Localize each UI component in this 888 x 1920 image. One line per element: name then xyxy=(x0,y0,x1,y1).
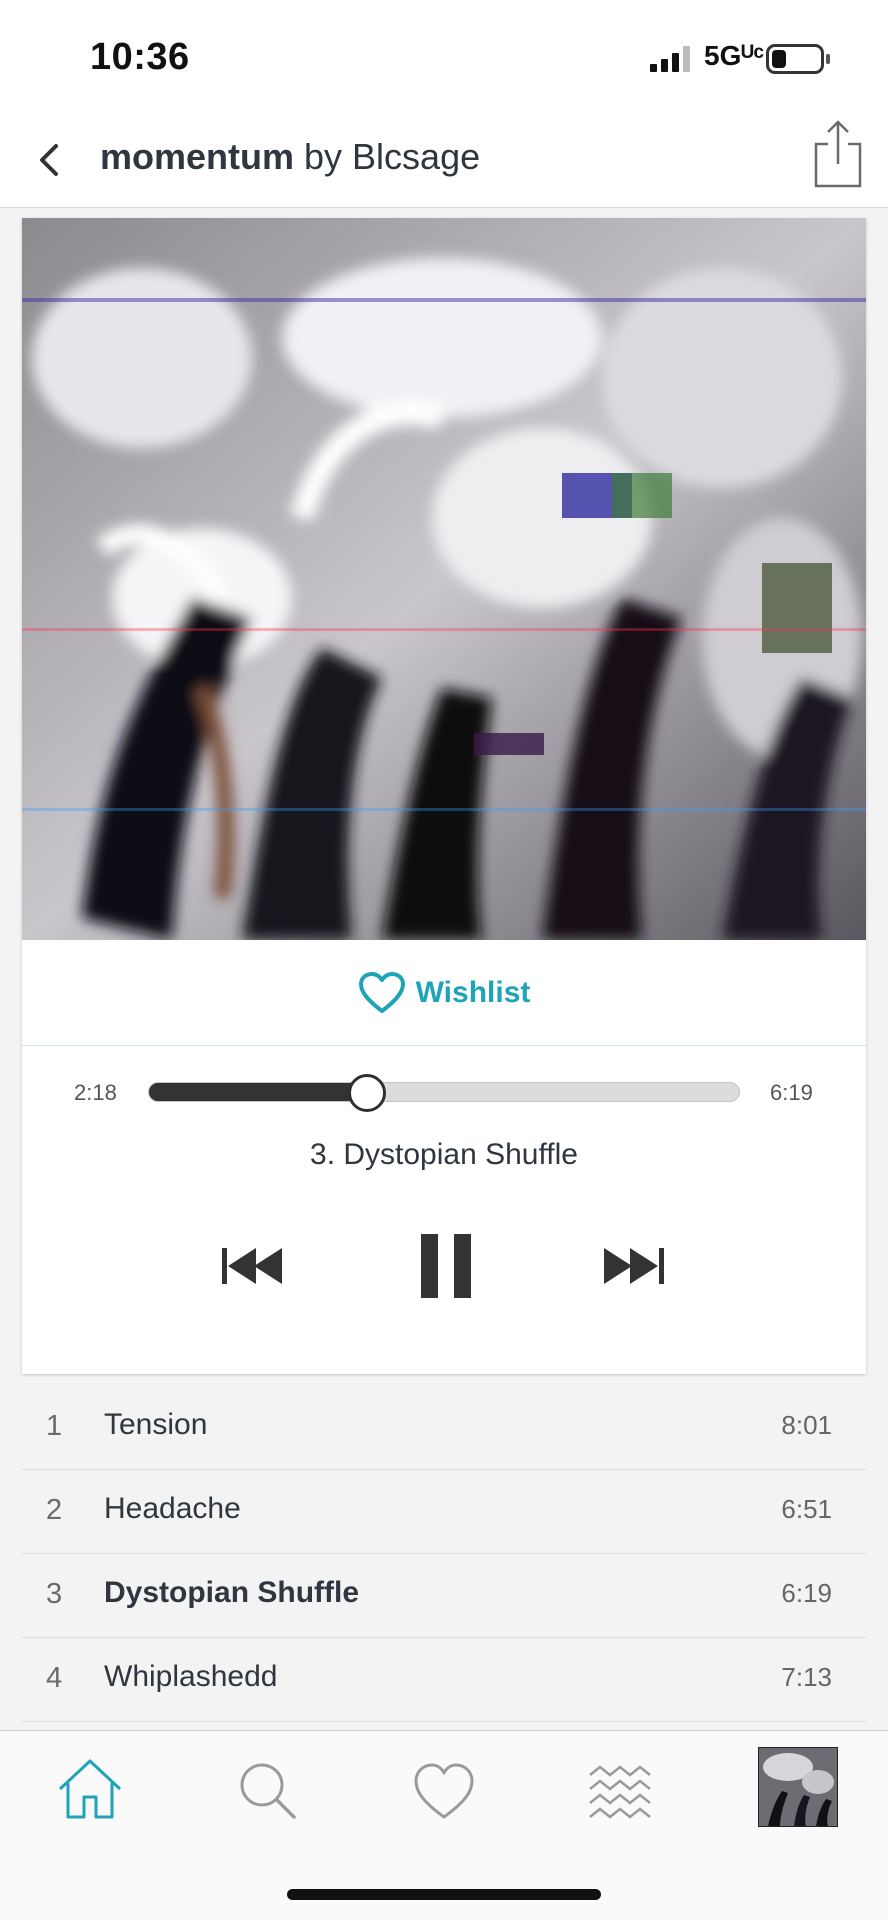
seek-bar[interactable] xyxy=(148,1074,740,1112)
total-time: 6:19 xyxy=(770,1080,813,1105)
album-player-card: Wishlist 2:18 6:19 3. Dystopian Shuffle xyxy=(22,218,866,1374)
track-number: 4 xyxy=(46,1662,63,1694)
next-track-icon[interactable] xyxy=(600,1244,666,1288)
track-number: 1 xyxy=(46,1410,63,1442)
tab-bar xyxy=(0,1730,888,1920)
battery-icon xyxy=(766,44,824,74)
now-playing-title: 3. Dystopian Shuffle xyxy=(310,1138,578,1171)
track-number: 3 xyxy=(46,1578,63,1610)
seek-bar-progress xyxy=(149,1083,367,1101)
share-icon[interactable] xyxy=(812,118,864,190)
pause-icon[interactable] xyxy=(418,1232,474,1300)
waves-icon xyxy=(589,1765,651,1819)
track-duration: 8:01 xyxy=(781,1410,832,1440)
previous-track-icon[interactable] xyxy=(220,1244,286,1288)
network-type: 5Gᵁᶜ xyxy=(704,40,765,71)
track-duration: 7:13 xyxy=(781,1662,832,1692)
track-row[interactable]: 4 Whiplashedd 7:13 xyxy=(22,1638,866,1722)
seek-bar-handle[interactable] xyxy=(348,1074,386,1112)
track-row[interactable]: 1 Tension 8:01 xyxy=(22,1386,866,1470)
track-title: Whiplashedd xyxy=(104,1660,278,1693)
track-number: 2 xyxy=(46,1494,63,1526)
album-cover-art xyxy=(22,218,866,940)
search-icon xyxy=(240,1763,296,1819)
track-row[interactable]: 3 Dystopian Shuffle 6:19 xyxy=(22,1554,866,1638)
battery-tip xyxy=(826,54,830,64)
tab-home[interactable] xyxy=(48,1747,132,1831)
tab-feed[interactable] xyxy=(580,1747,664,1831)
header: momentum by Blcsage xyxy=(0,110,888,208)
artist-credit: by Blcsage xyxy=(294,136,481,177)
track-title: Dystopian Shuffle xyxy=(104,1576,360,1609)
now-playing-thumbnail[interactable] xyxy=(758,1747,838,1827)
signal-icon xyxy=(650,46,690,72)
back-chevron-icon[interactable] xyxy=(30,138,70,182)
tab-search[interactable] xyxy=(224,1747,308,1831)
home-indicator xyxy=(287,1889,601,1900)
track-duration: 6:19 xyxy=(781,1578,832,1608)
heart-icon xyxy=(414,1763,474,1819)
track-row[interactable]: 2 Headache 6:51 xyxy=(22,1470,866,1554)
wishlist-label: Wishlist xyxy=(415,975,531,1009)
tab-wishlist[interactable] xyxy=(402,1747,486,1831)
heart-outline-icon xyxy=(358,971,405,1013)
track-title: Headache xyxy=(104,1492,241,1525)
track-title: Tension xyxy=(104,1408,208,1441)
album-title: momentum xyxy=(100,136,295,177)
status-bar: 10:36 5Gᵁᶜ xyxy=(0,0,888,110)
elapsed-time: 2:18 xyxy=(74,1080,117,1105)
track-duration: 6:51 xyxy=(781,1494,832,1524)
home-icon xyxy=(58,1759,122,1819)
status-time: 10:36 xyxy=(90,36,190,78)
wishlist-button[interactable]: Wishlist xyxy=(22,940,866,1046)
page-title: momentum by Blcsage xyxy=(100,136,480,178)
